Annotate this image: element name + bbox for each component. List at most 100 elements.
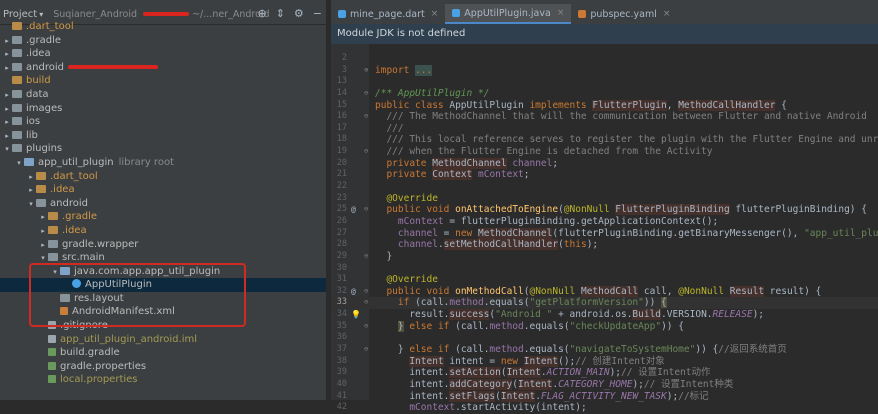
folder-icon	[12, 62, 22, 71]
folder-icon	[12, 130, 22, 139]
code-line: 15 public class AppUtilPlugin implements …	[336, 99, 787, 111]
folder-icon	[12, 35, 22, 44]
tree-item[interactable]: ▸ .idea	[0, 47, 326, 61]
tree-item[interactable]: ▾ android	[0, 197, 326, 211]
code-line: 31 @Override	[336, 274, 438, 286]
code-line: 32 @ ⊖ public void onMethodCall(@NonNull M…	[336, 285, 822, 297]
tree-item-label: .dart_tool	[26, 21, 74, 32]
expand-arrow-icon[interactable]: ▾	[2, 143, 12, 157]
code-line: 37 ⊖ } else if (call.method.equals("navig…	[336, 344, 787, 356]
minimize-icon[interactable]: −	[313, 7, 322, 20]
folder-icon	[36, 198, 46, 207]
tree-item[interactable]: build.gradle	[0, 346, 326, 360]
code-line: 25 @ ⊖ public void onAttachedToEngine(@Non…	[336, 204, 867, 216]
editor-tab[interactable]: pubspec.yaml ×	[571, 4, 677, 24]
tree-item[interactable]: ▸ lib	[0, 129, 326, 143]
code-line: 23 @Override	[336, 192, 438, 204]
tree-item[interactable]: ▸ android	[0, 61, 326, 75]
tree-item-label: data	[26, 88, 49, 100]
expand-arrow-icon[interactable]: ▸	[2, 48, 12, 62]
tree-item[interactable]: ▸ .dart_tool	[0, 170, 326, 184]
code-line: 21 private Context mContext;	[336, 169, 530, 181]
expand-arrow-icon[interactable]: ▸	[2, 89, 12, 103]
expand-arrow-icon[interactable]: ▸	[2, 35, 12, 49]
redaction-mark	[67, 64, 158, 69]
folder-icon	[36, 185, 46, 194]
tree-item[interactable]: app_util_plugin_android.iml	[0, 333, 326, 347]
tree-item-label: ios	[26, 116, 41, 128]
tree-item[interactable]: ▸ .gradle	[0, 34, 326, 48]
expand-arrow-icon[interactable]: ▸	[2, 62, 12, 76]
tree-item-label: .gradle	[26, 34, 62, 46]
folder-icon	[24, 157, 34, 166]
tree-item[interactable]: ▸ images	[0, 102, 326, 116]
tree-item[interactable]: ▸ gradle.wrapper	[0, 238, 326, 252]
close-icon[interactable]: ×	[663, 9, 671, 19]
tree-item-label: android	[50, 197, 88, 209]
expand-arrow-icon[interactable]: ▸	[2, 116, 12, 130]
folder-icon	[12, 22, 22, 30]
expand-arrow-icon[interactable]: ▸	[38, 211, 48, 225]
tree-item[interactable]: ▾ plugins	[0, 142, 326, 156]
tree-item-label: images	[26, 102, 63, 114]
gear-icon[interactable]: ⚙	[294, 7, 304, 20]
tree-item[interactable]: .dart_tool	[0, 20, 326, 34]
expand-arrow-icon[interactable]: ▸	[2, 130, 12, 144]
code-editor[interactable]: 2 3 ⊕ import ... 13 14 ⊖/** AppUtilPlugin *…	[331, 53, 878, 414]
tree-item-label: .gradle	[62, 211, 98, 223]
folder-icon	[12, 144, 22, 153]
project-view-selector[interactable]: Project	[3, 9, 37, 20]
expand-arrow-icon[interactable]: ▾	[26, 198, 36, 212]
tree-item-label: .dart_tool	[50, 170, 98, 182]
code-line: 27 channel = new MethodChannel(flutterPl…	[336, 227, 878, 239]
expand-arrow-icon[interactable]: ▸	[26, 171, 36, 185]
folder-icon	[48, 212, 58, 221]
locate-file-icon[interactable]: ⊕	[257, 7, 266, 20]
editor-tab[interactable]: mine_page.dart ×	[331, 4, 445, 24]
project-toolbar: ⊕ ⇕ ⚙ −	[257, 7, 322, 20]
tree-item[interactable]: ▸ data	[0, 88, 326, 102]
collapse-all-icon[interactable]: ⇕	[276, 7, 285, 20]
file-type-icon	[578, 10, 587, 18]
expand-arrow-icon[interactable]: ▸	[26, 184, 36, 198]
tree-item[interactable]: ▾ app_util_plugin library root	[0, 156, 326, 170]
folder-icon	[12, 76, 22, 85]
code-line: 40 intent.addCategory(Intent.CATEGORY_HO…	[336, 378, 734, 390]
code-line: 38 Intent intent = new Intent();// 创建Int…	[336, 355, 665, 367]
editor-tab[interactable]: AppUtilPlugin.java ×	[445, 4, 572, 24]
tab-label: AppUtilPlugin.java	[464, 7, 551, 19]
tree-item[interactable]: build	[0, 74, 326, 88]
project-panel: Project ▾ Suqianer_Android ~/...ner_Andr…	[0, 4, 326, 400]
folder-icon	[12, 117, 22, 126]
expand-arrow-icon[interactable]: ▾	[14, 157, 24, 171]
tree-item[interactable]: ▸ ios	[0, 115, 326, 129]
code-line: 42 mContext.startActivity(intent);	[336, 402, 587, 414]
expand-arrow-icon[interactable]: ▸	[38, 239, 48, 253]
tree-item[interactable]: ▸ .idea	[0, 183, 326, 197]
expand-arrow-icon[interactable]: ▸	[2, 103, 12, 117]
code-line: 20 private MethodChannel channel;	[336, 157, 559, 169]
expand-arrow-icon[interactable]: ▸	[38, 225, 48, 239]
file-icon	[48, 361, 56, 370]
file-type-icon	[452, 9, 461, 17]
editor-tab-bar: mine_page.dart × AppUtilPlugin.java × pubspe…	[331, 4, 878, 25]
code-line: 18 /// This local reference serves to re…	[336, 134, 878, 146]
file-type-icon	[338, 10, 346, 18]
tree-item[interactable]: ▸ .idea	[0, 224, 326, 238]
tree-item-label: build.gradle	[60, 347, 120, 359]
code-line: 33 ⊖ if (call.method.equals("getPlatformV…	[331, 297, 878, 310]
tree-item-label: local.properties	[60, 374, 138, 386]
tree-item[interactable]: ▸ .gradle	[0, 210, 326, 224]
close-icon[interactable]: ×	[431, 9, 439, 19]
close-icon[interactable]: ×	[557, 8, 565, 18]
tree-item[interactable]: local.properties	[0, 373, 326, 387]
jdk-warning-banner[interactable]: Module JDK is not defined	[331, 24, 878, 44]
tab-label: mine_page.dart	[350, 8, 425, 20]
folder-icon	[12, 103, 22, 112]
code-line: 36	[336, 332, 347, 343]
tree-item[interactable]: gradle.properties	[0, 360, 326, 374]
tree-item-label: app_util_plugin	[38, 156, 114, 168]
tree-item-label: .idea	[62, 224, 87, 236]
tree-item-label: .idea	[50, 184, 75, 196]
chevron-down-icon[interactable]: ▾	[39, 10, 43, 19]
